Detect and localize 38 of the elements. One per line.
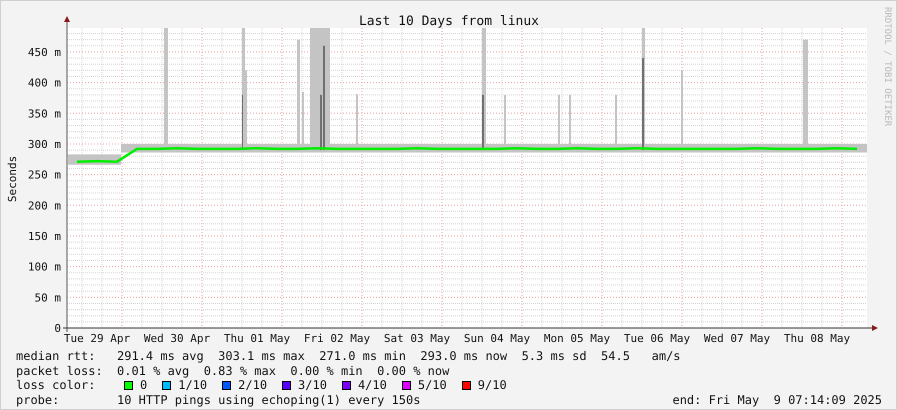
x-tick-label: Wed 07 May <box>704 332 770 345</box>
x-tick-label: Tue 06 May <box>624 332 690 345</box>
y-tick-label: 350 m <box>28 107 61 120</box>
y-tick-label: 250 m <box>28 168 61 182</box>
x-tick-label: Mon 05 May <box>544 332 610 345</box>
y-tick-label: 400 m <box>28 76 61 90</box>
loss-color-label: 0 <box>140 378 148 392</box>
legend-text: 10 HTTP pings using echoping(1) every 150s <box>117 392 420 407</box>
loss-color-label: 5/10 <box>418 378 447 392</box>
y-tick-label: 0 <box>54 322 61 335</box>
x-tick-label: Wed 30 Apr <box>144 332 210 345</box>
y-tick-label: 200 m <box>28 199 61 212</box>
x-tick-label: Fri 02 May <box>304 332 370 345</box>
chart-title: Last 10 Days from linux <box>359 14 539 29</box>
x-tick-label: Sun 04 May <box>464 332 530 345</box>
legend-label: probe: <box>16 392 60 407</box>
x-tick-label: Tue 29 Apr <box>64 332 130 345</box>
legend-label: packet loss: <box>16 364 104 378</box>
y-tick-label: 50 m <box>34 291 61 304</box>
x-tick-label: Thu 01 May <box>224 332 290 345</box>
y-axis-label: Seconds <box>6 156 19 202</box>
legend-label: median rtt: <box>16 349 96 364</box>
loss-color-label: 4/10 <box>358 378 387 392</box>
legend-text: 291.4 ms avg 303.1 ms max 271.0 ms min 293.0 ms now 5.3 ms sd 54.5 am/s <box>117 349 681 364</box>
y-tick-label: 450 m <box>28 46 61 59</box>
loss-color-label: 1/10 <box>178 378 208 392</box>
vertical-credit-text: RRDTOOL / TOBI OETIKER <box>882 7 892 126</box>
y-tick-label: 150 m <box>28 230 61 243</box>
loss-color-label: 9/10 <box>478 378 507 392</box>
loss-color-label: 3/10 <box>298 378 327 392</box>
loss-color-label: 2/10 <box>238 378 268 392</box>
x-tick-label: Thu 08 May <box>784 332 850 345</box>
end-time-text: end: Fri May 9 07:14:09 2025 <box>672 392 882 407</box>
y-tick-label: 100 m <box>28 260 61 274</box>
y-tick-label: 300 m <box>28 138 61 151</box>
legend-text: 0.01 % avg 0.83 % max 0.00 % min 0.00 % now <box>117 364 450 378</box>
legend-label: loss color: <box>16 378 96 392</box>
x-tick-label: Sat 03 May <box>384 332 450 345</box>
